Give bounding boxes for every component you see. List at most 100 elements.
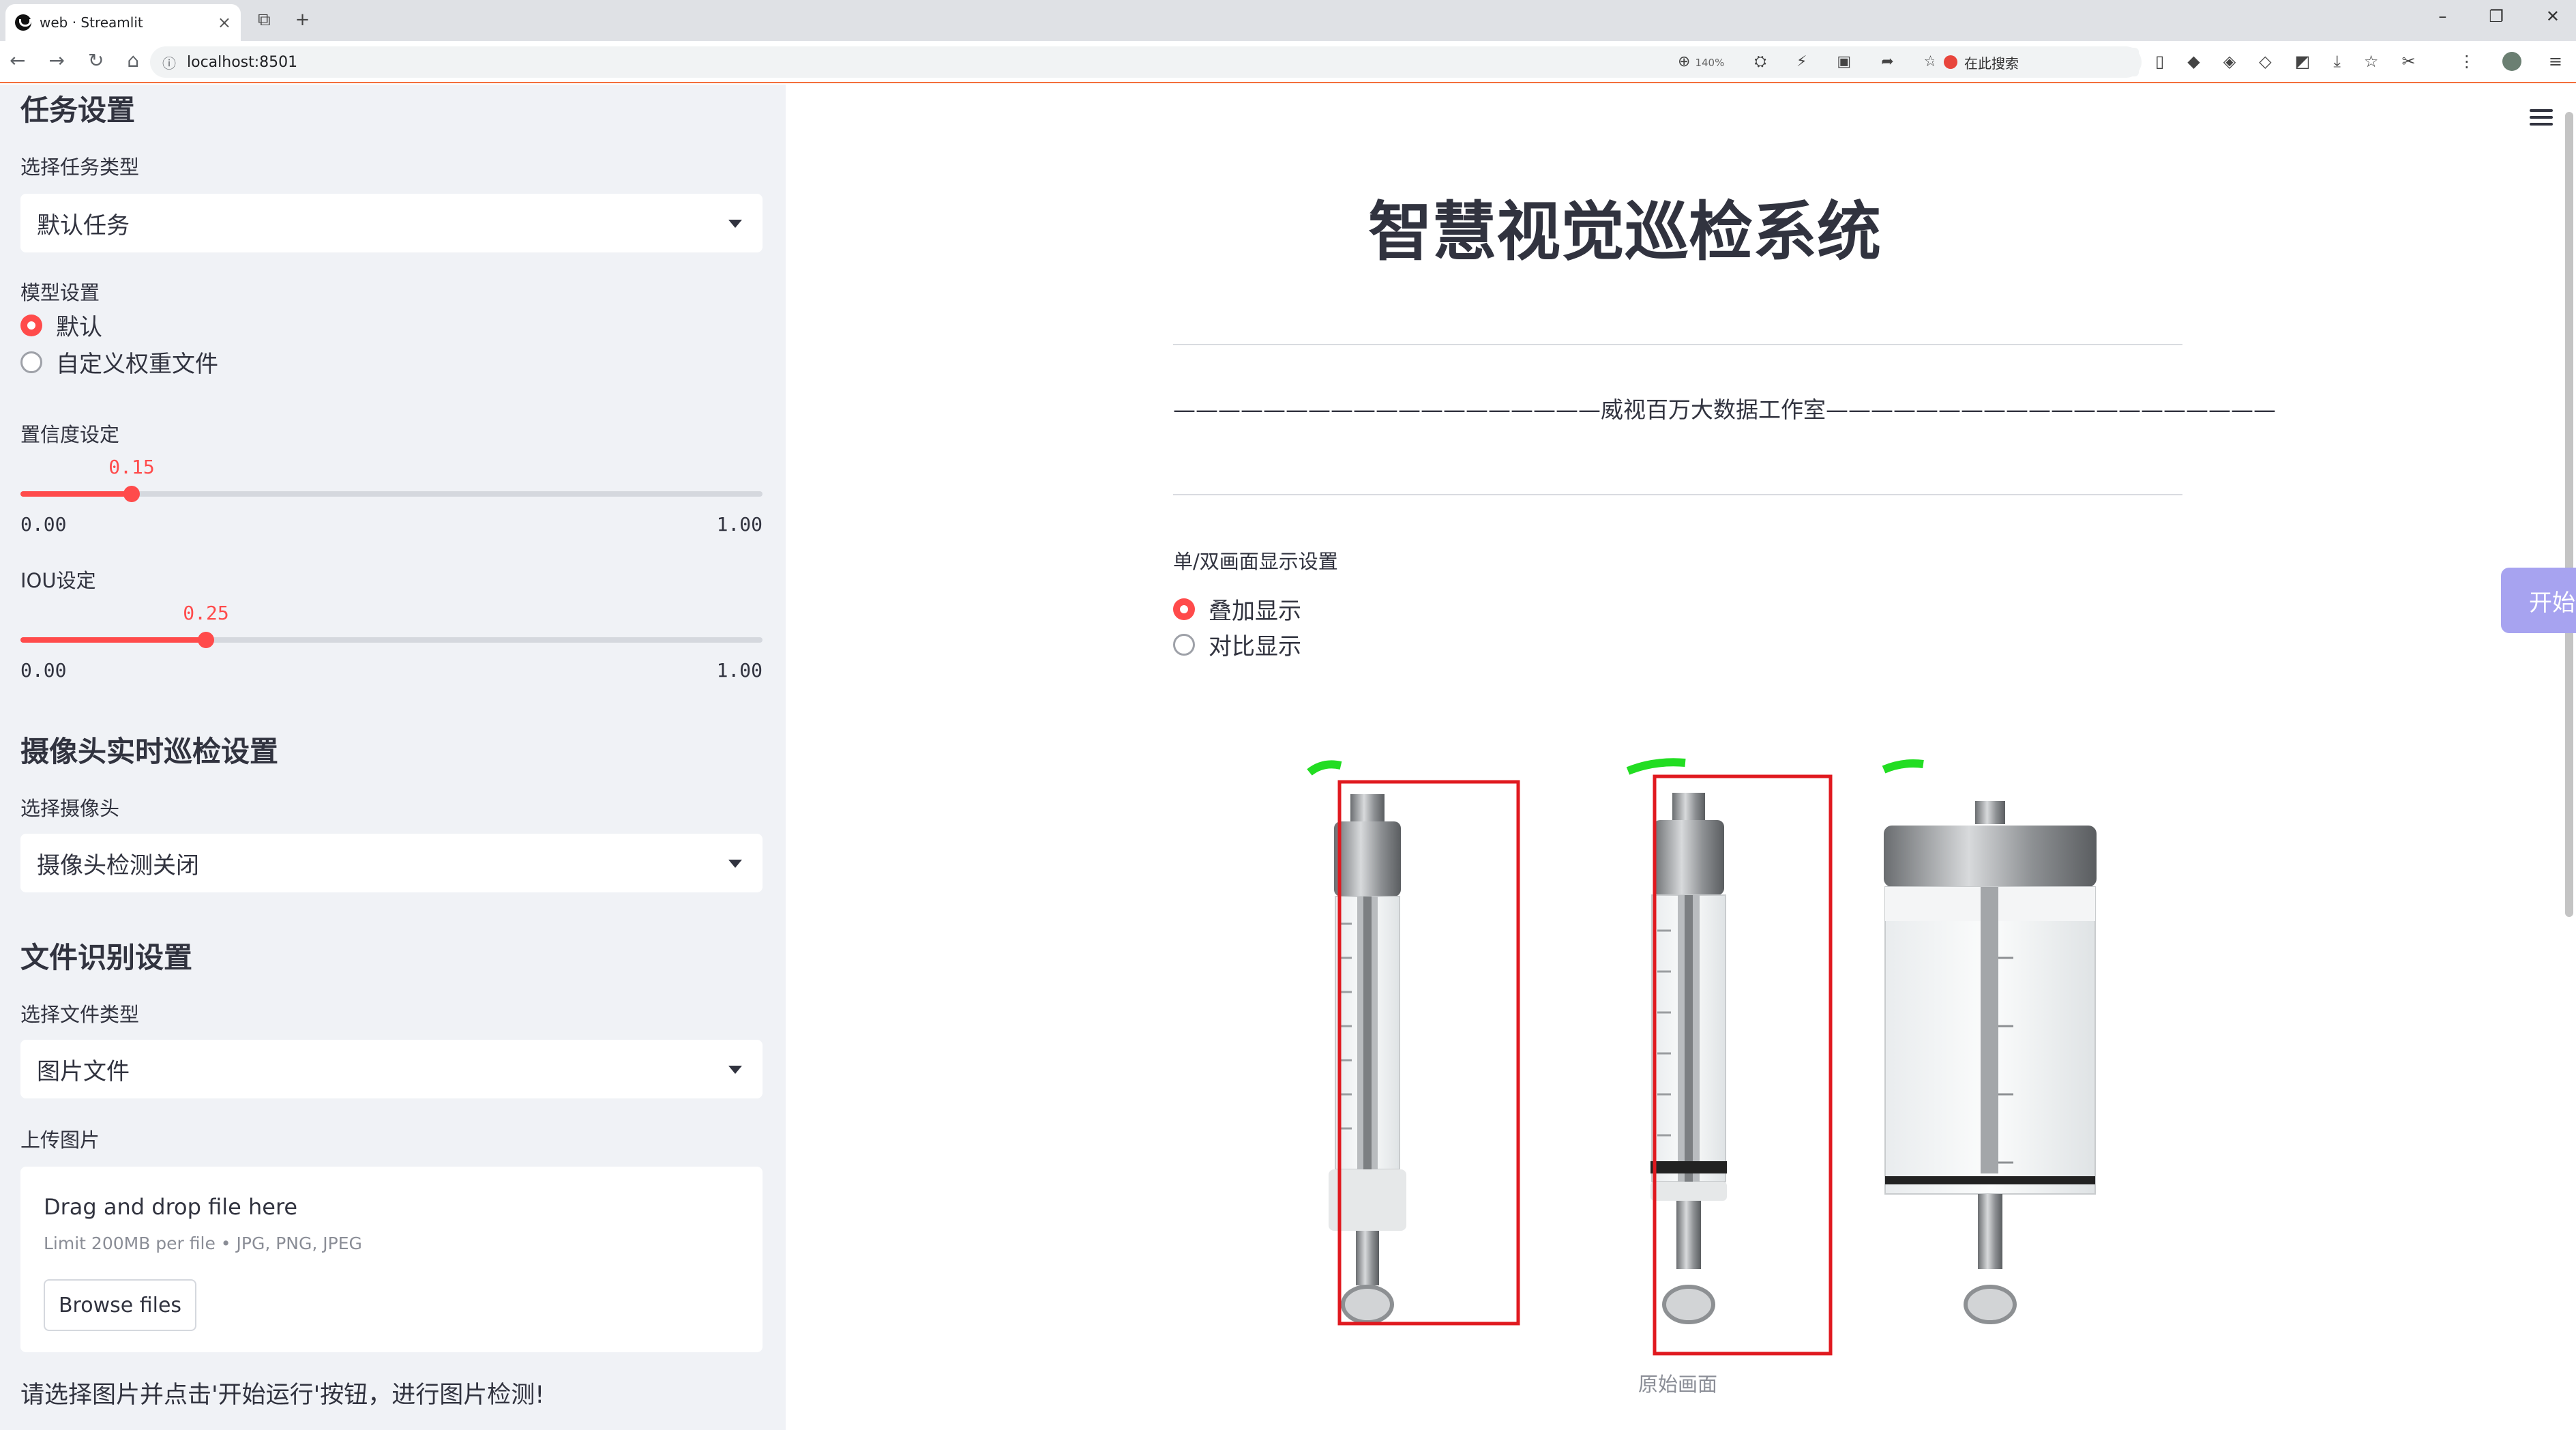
syringe-2 (1650, 793, 1727, 1324)
divider (1173, 344, 2182, 345)
file-type-select[interactable]: 图片文件 (20, 1040, 763, 1098)
new-tab-icon[interactable]: + (295, 10, 310, 31)
syringe-illustration (1307, 758, 2097, 1356)
confidence-label: 置信度设定 (20, 423, 120, 446)
browser-tab[interactable]: web · Streamlit × (5, 4, 241, 41)
slider-min: 0.00 (20, 513, 67, 536)
instruction-note: 请选择图片并点击'开始运行'按钮，进行图片检测! (20, 1382, 545, 1409)
model-radio-custom[interactable]: 自定义权重文件 (20, 345, 218, 379)
start-detection-button[interactable]: 开始检测 (2501, 568, 2576, 633)
dropzone-text: Drag and drop file here (44, 1194, 298, 1220)
search-placeholder: 在此搜索 (1964, 55, 2019, 72)
extension-a-icon[interactable]: ◆ (2187, 52, 2200, 71)
divider (1173, 494, 2182, 495)
slider-min: 0.00 (20, 659, 67, 682)
task-settings-header: 任务设置 (20, 93, 136, 127)
green-mark (1626, 758, 1686, 775)
detection-image (1173, 671, 2182, 1429)
minimize-icon[interactable]: – (2438, 7, 2446, 26)
upload-label: 上传图片 (20, 1128, 100, 1152)
forward-icon[interactable]: → (48, 49, 64, 72)
search-engine-icon (1944, 55, 1957, 69)
green-mark (1307, 760, 1342, 776)
streamlit-favicon-icon (15, 14, 31, 31)
syringe-3 (1884, 801, 2097, 1324)
tab-title: web · Streamlit (40, 14, 143, 31)
display-radio-compare[interactable]: 对比显示 (1173, 628, 1301, 661)
confidence-slider[interactable]: 0.15 0.00 1.00 (20, 456, 763, 536)
sidebar: 任务设置 选择任务类型 默认任务 模型设置 默认 自定义权重文件 置信度设定 0… (0, 85, 786, 1430)
task-type-value: 默认任务 (37, 211, 130, 239)
search-box[interactable]: 在此搜索 (1934, 48, 2139, 76)
iou-label: IOU设定 (20, 569, 96, 592)
url-text: localhost:8501 (187, 53, 298, 71)
slider-max: 1.00 (716, 513, 763, 536)
translate-icon[interactable]: ⛭ (1754, 53, 1766, 70)
tab-group-icon[interactable]: ⧉ (258, 10, 271, 31)
extension-d-icon[interactable]: ◩ (2295, 52, 2311, 71)
slider-thumb[interactable] (198, 632, 214, 648)
slider-value: 0.15 (108, 456, 155, 478)
browse-files-button[interactable]: Browse files (44, 1279, 196, 1331)
chevron-down-icon (728, 1066, 742, 1074)
reload-icon[interactable]: ↻ (88, 49, 104, 72)
window-close-icon[interactable]: ✕ (2546, 7, 2560, 26)
studio-subtitle: ———————————————————威视百万大数据工作室———————————… (1173, 396, 2276, 423)
slider-max: 1.00 (716, 659, 763, 682)
chevron-down-icon (728, 860, 742, 868)
share-icon[interactable]: ➦ (1881, 53, 1893, 70)
slider-fill (20, 491, 132, 497)
screenshot-icon[interactable]: ✂ (2401, 52, 2415, 71)
camera-select[interactable]: 摄像头检测关闭 (20, 834, 763, 892)
slider-thumb[interactable] (123, 486, 140, 502)
iou-slider[interactable]: 0.25 0.00 1.00 (20, 602, 763, 682)
radio-unselected-icon (20, 351, 42, 373)
camera-settings-header: 摄像头实时巡检设置 (20, 735, 279, 768)
slider-value: 0.25 (183, 602, 229, 624)
radio-selected-icon (20, 314, 42, 336)
lightning-icon[interactable]: ⚡ (1796, 53, 1807, 70)
close-tab-icon[interactable]: × (218, 13, 231, 32)
task-type-select[interactable]: 默认任务 (20, 194, 763, 252)
download-icon[interactable]: ⤓ (2333, 52, 2341, 71)
capture-icon[interactable]: ▣ (1837, 53, 1851, 70)
camera-select-label: 选择摄像头 (20, 797, 120, 820)
chevron-down-icon (728, 220, 742, 228)
image-caption: 原始画面 (1638, 1373, 1717, 1396)
file-type-value: 图片文件 (37, 1057, 130, 1085)
back-icon[interactable]: ← (10, 49, 25, 72)
model-radio-default[interactable]: 默认 (20, 308, 102, 342)
more-menu-icon[interactable]: ⋮ (2459, 52, 2475, 71)
main-content: 智慧视觉巡检系统 ———————————————————威视百万大数据工作室——… (786, 85, 2576, 1430)
address-bar: ← → ↻ ⌂ ⓘ localhost:8501 ⊕ 140% ⛭ ⚡ ▣ ➦ … (0, 41, 2576, 83)
radio-unselected-icon (1173, 633, 1195, 656)
site-info-icon[interactable]: ⓘ (162, 53, 176, 72)
model-option-label: 自定义权重文件 (56, 351, 218, 378)
model-settings-label: 模型设置 (20, 281, 100, 304)
zoom-level: 140% (1695, 57, 1725, 69)
slider-fill (20, 637, 206, 643)
browser-menu-icon[interactable]: ≡ (2549, 52, 2562, 71)
extension-b-icon[interactable]: ◈ (2223, 52, 2236, 71)
camera-select-value: 摄像头检测关闭 (37, 851, 199, 879)
radio-selected-icon (1173, 598, 1195, 620)
file-settings-header: 文件识别设置 (20, 941, 193, 974)
restore-icon[interactable]: ❐ (2489, 7, 2504, 26)
profile-avatar[interactable] (2502, 52, 2521, 71)
model-option-label: 默认 (56, 314, 102, 341)
phone-icon[interactable]: ▯ (2155, 52, 2164, 71)
display-mode-label: 单/双画面显示设置 (1173, 550, 1338, 573)
task-type-label: 选择任务类型 (20, 156, 140, 179)
scrollbar[interactable] (2565, 112, 2573, 917)
extension-c-icon[interactable]: ◇ (2259, 52, 2271, 71)
home-icon[interactable]: ⌂ (127, 49, 139, 72)
dropzone-limit: Limit 200MB per file • JPG, PNG, JPEG (44, 1234, 362, 1253)
display-option-label: 对比显示 (1209, 633, 1301, 660)
file-type-label: 选择文件类型 (20, 1003, 140, 1026)
page-title: 智慧视觉巡检系统 (1367, 195, 1881, 269)
favorites-icon[interactable]: ☆ (2364, 52, 2379, 71)
file-uploader-dropzone[interactable]: Drag and drop file here Limit 200MB per … (20, 1167, 763, 1352)
display-radio-overlay[interactable]: 叠加显示 (1173, 592, 1301, 626)
zoom-icon[interactable]: ⊕ 140% (1678, 53, 1724, 70)
main-menu-icon[interactable] (2530, 109, 2553, 126)
